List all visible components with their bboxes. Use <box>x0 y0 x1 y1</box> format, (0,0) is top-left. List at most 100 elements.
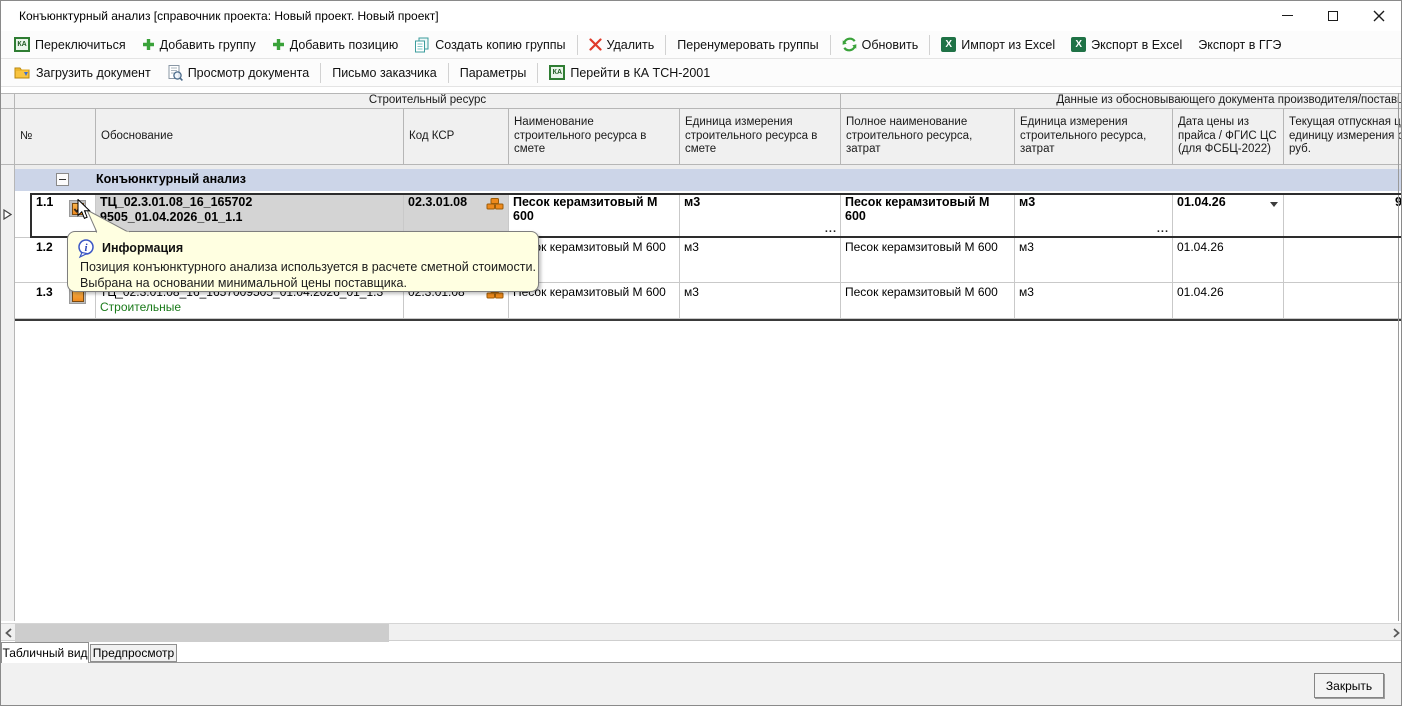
band-construction-resource[interactable]: Строительный ресурс <box>15 93 841 109</box>
grid-right-border <box>1398 93 1399 621</box>
chevron-right-icon <box>1393 628 1400 638</box>
column-header-basis[interactable]: Обоснование <box>96 109 404 165</box>
tab-table-view[interactable]: Табличный вид <box>1 642 89 663</box>
renumber-groups-button[interactable]: Перенумеровать группы <box>669 35 826 55</box>
group-row-conjuncture-analysis[interactable]: Конъюнктурный анализ <box>15 169 1402 191</box>
export-excel-button[interactable]: X Экспорт в Excel <box>1063 34 1190 55</box>
row-1-3-unit-full-cell[interactable]: м3 <box>1015 283 1173 319</box>
column-header-unit-full[interactable]: Единица измерения строительного ресурса,… <box>1015 109 1173 165</box>
info-icon: i <box>77 239 96 259</box>
band-supplier-document-data[interactable]: Данные из обосновывающего документа прои… <box>841 93 1402 109</box>
row-1-1-unit-estimate-cell[interactable]: м3 ... <box>680 193 841 238</box>
row-1-2-unit-estimate-cell[interactable]: м3 <box>680 238 841 283</box>
copy-group-button[interactable]: Создать копию группы <box>406 34 573 56</box>
ka-icon: КА <box>14 37 30 52</box>
ellipsis-editor-button[interactable]: ... <box>1157 222 1169 236</box>
column-header-unit-estimate[interactable]: Единица измерения строительного ресурса … <box>680 109 841 165</box>
scrollbar-thumb[interactable] <box>15 624 389 642</box>
switch-button[interactable]: КА Переключиться <box>6 34 134 55</box>
preview-doc-icon <box>167 65 183 81</box>
bricks-icon <box>486 197 504 210</box>
delete-x-icon <box>589 38 602 51</box>
toolbar-documents: Загрузить документ Просмотр документа Пи… <box>1 59 1402 87</box>
delete-button[interactable]: Удалить <box>581 35 663 55</box>
grid-corner <box>1 109 15 165</box>
tab-strip-line <box>1 662 1402 663</box>
parameters-button[interactable]: Параметры <box>452 63 535 83</box>
excel-icon: X <box>941 37 956 52</box>
toolbar-main: КА Переключиться Добавить группу Добавит… <box>1 31 1402 59</box>
folder-icon <box>14 65 31 80</box>
row-1-1-price-date-cell[interactable]: 01.04.26 <box>1173 193 1284 238</box>
info-tooltip: i Информация Позиция конъюнктурного анал… <box>67 231 539 292</box>
horizontal-scrollbar[interactable] <box>1 623 1402 641</box>
row-1-2-unit-full-cell[interactable]: м3 <box>1015 238 1173 283</box>
ellipsis-editor-button[interactable]: ... <box>825 222 837 236</box>
close-button[interactable]: Закрыть <box>1314 673 1384 698</box>
current-row-marker-icon <box>3 209 12 220</box>
scroll-right-button[interactable] <box>1389 624 1402 642</box>
footer-panel: Закрыть <box>1 663 1402 706</box>
row-1-3-price-date-cell[interactable]: 01.04.26 <box>1173 283 1284 319</box>
chevron-left-icon <box>5 628 12 638</box>
toolbar-separator <box>665 35 666 55</box>
plus-icon <box>272 38 285 51</box>
column-header-ksr-code[interactable]: Код КСР <box>404 109 509 165</box>
row-1-3-price-cell[interactable] <box>1284 283 1402 319</box>
app-window: Конъюнктурный анализ [справочник проекта… <box>0 0 1402 706</box>
date-dropdown-icon[interactable] <box>1270 202 1278 207</box>
row-1-3-unit-estimate-cell[interactable]: м3 <box>680 283 841 319</box>
refresh-button[interactable]: Обновить <box>834 34 927 55</box>
load-document-button[interactable]: Загрузить документ <box>6 62 159 83</box>
row-1-1-full-name-cell[interactable]: Песок керамзитовый М 600 <box>841 193 1015 238</box>
toolbar-separator <box>320 63 321 83</box>
minimize-button[interactable] <box>1264 1 1310 30</box>
row-indicator-strip <box>1 165 15 621</box>
plus-icon <box>142 38 155 51</box>
column-header-num[interactable]: № <box>15 109 96 165</box>
row-1-3-full-name-cell[interactable]: Песок керамзитовый М 600 <box>841 283 1015 319</box>
toolbar-separator <box>537 63 538 83</box>
copy-icon <box>414 37 430 53</box>
scroll-left-button[interactable] <box>1 624 15 642</box>
toolbar-separator <box>830 35 831 55</box>
add-group-button[interactable]: Добавить группу <box>134 35 264 55</box>
mouse-cursor <box>77 199 92 220</box>
table-end-line <box>15 319 1402 321</box>
tooltip-title: Информация <box>102 241 183 255</box>
row-1-2-full-name-cell[interactable]: Песок керамзитовый М 600 <box>841 238 1015 283</box>
grid-corner <box>1 93 15 109</box>
window-title: Конъюнктурный анализ [справочник проекта… <box>19 9 439 23</box>
maximize-button[interactable] <box>1310 1 1356 30</box>
close-window-button[interactable] <box>1356 1 1402 30</box>
export-gge-button[interactable]: Экспорт в ГГЭ <box>1190 35 1289 55</box>
title-bar: Конъюнктурный анализ [справочник проекта… <box>1 1 1401 31</box>
toolbar-separator <box>448 63 449 83</box>
group-row-label: Конъюнктурный анализ <box>96 172 246 186</box>
refresh-icon <box>842 37 857 52</box>
customer-letter-button[interactable]: Письмо заказчика <box>324 63 445 83</box>
minimize-icon <box>1282 15 1293 16</box>
tooltip-text-line: Выбрана на основании минимальной цены по… <box>80 276 407 290</box>
close-icon <box>1373 10 1385 22</box>
row-1-1-unit-full-cell[interactable]: м3 ... <box>1015 193 1173 238</box>
row-1-2-price-cell[interactable] <box>1284 238 1402 283</box>
goto-ka-tsn-button[interactable]: КА Перейти в КА ТСН-2001 <box>541 62 718 83</box>
ka-icon: КА <box>549 65 565 80</box>
column-header-name-estimate[interactable]: Наименование строительного ресурса в сме… <box>509 109 680 165</box>
column-header-price-date[interactable]: Дата цены из прайса / ФГИС ЦС (для ФСБЦ-… <box>1173 109 1284 165</box>
collapse-group-button[interactable] <box>56 173 69 186</box>
row-1-1-price-cell[interactable]: 9 <box>1284 193 1402 238</box>
minus-icon <box>59 179 66 180</box>
view-document-button[interactable]: Просмотр документа <box>159 62 318 84</box>
tooltip-text-line: Позиция конъюнктурного анализа используе… <box>80 260 536 274</box>
import-excel-button[interactable]: X Импорт из Excel <box>933 34 1063 55</box>
toolbar-separator <box>577 35 578 55</box>
toolbar-separator <box>929 35 930 55</box>
row-1-2-price-date-cell[interactable]: 01.04.26 <box>1173 238 1284 283</box>
column-header-full-name[interactable]: Полное наименование строительного ресурс… <box>841 109 1015 165</box>
add-position-button[interactable]: Добавить позицию <box>264 35 407 55</box>
maximize-icon <box>1328 11 1338 21</box>
tab-preview[interactable]: Предпросмотр <box>90 644 177 662</box>
column-header-current-price[interactable]: Текущая отпускная цена за единицу измере… <box>1284 109 1402 165</box>
